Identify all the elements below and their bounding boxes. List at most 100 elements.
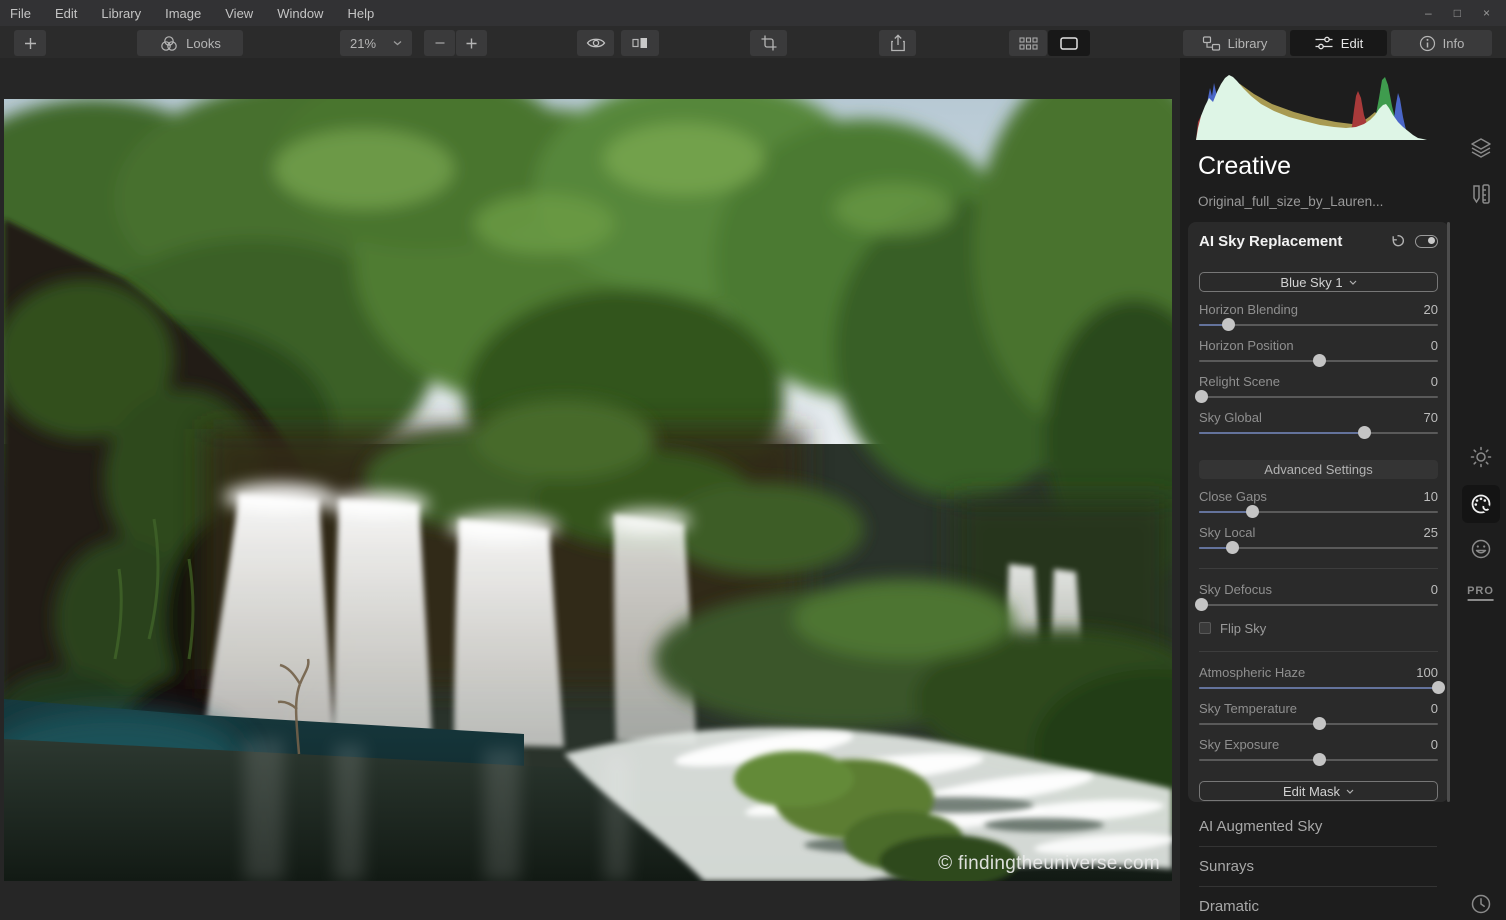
portrait-tool-button[interactable] <box>1469 537 1493 561</box>
menu-view[interactable]: View <box>213 0 265 26</box>
advanced-settings-button[interactable]: Advanced Settings <box>1199 460 1438 479</box>
tool-name: AI Sky Replacement <box>1199 233 1390 250</box>
add-photo-button[interactable] <box>14 30 46 56</box>
slider-label: Relight Scene <box>1199 374 1280 390</box>
slider-thumb[interactable] <box>1222 318 1235 331</box>
compare-icon <box>631 35 649 51</box>
zoom-out-icon <box>434 37 446 49</box>
slider-label: Close Gaps <box>1199 489 1267 505</box>
slider-thumb[interactable] <box>1313 753 1326 766</box>
slider-track[interactable] <box>1199 390 1438 404</box>
divider <box>1199 568 1438 569</box>
info-icon <box>1419 35 1436 52</box>
preview-button[interactable] <box>577 30 614 56</box>
history-clock-icon <box>1469 892 1493 916</box>
close-button[interactable]: × <box>1483 6 1490 20</box>
slider-sky-temperature: Sky Temperature0 <box>1199 701 1438 731</box>
slider-thumb[interactable] <box>1195 390 1208 403</box>
edit-mask-button[interactable]: Edit Mask <box>1199 781 1438 801</box>
caret-down-icon <box>1349 280 1357 285</box>
slider-track[interactable] <box>1199 681 1438 695</box>
menu-library[interactable]: Library <box>89 0 153 26</box>
flip-sky-checkbox[interactable] <box>1199 622 1211 634</box>
compare-button[interactable] <box>621 30 659 56</box>
crop-button[interactable] <box>750 30 787 56</box>
tab-edit-label: Edit <box>1341 36 1363 51</box>
section-dramatic[interactable]: Dramatic <box>1199 887 1437 920</box>
slider-track[interactable] <box>1199 598 1438 612</box>
zoom-out-button[interactable] <box>424 30 455 56</box>
creative-tool-button-active[interactable] <box>1462 485 1500 523</box>
canvas-area: © findingtheuniverse.com <box>0 58 1180 920</box>
slider-value: 0 <box>1431 338 1438 354</box>
zoom-value: 21% <box>350 36 376 51</box>
slider-track[interactable] <box>1199 426 1438 440</box>
slider-track[interactable] <box>1199 505 1438 519</box>
slider-atmospheric-haze: Atmospheric Haze 100 <box>1199 665 1438 695</box>
slider-thumb[interactable] <box>1246 505 1259 518</box>
slider-label: Sky Global <box>1199 410 1262 426</box>
slider-horizon-blending: Horizon Blending20 <box>1199 302 1438 332</box>
slider-value: 100 <box>1416 665 1438 681</box>
app-window: File Edit Library Image View Window Help… <box>0 0 1506 920</box>
single-view-button[interactable] <box>1048 30 1090 56</box>
slider-thumb[interactable] <box>1432 681 1445 694</box>
tab-info[interactable]: Info <box>1391 30 1492 56</box>
export-button[interactable] <box>879 30 916 56</box>
section-ai-augmented-sky[interactable]: AI Augmented Sky <box>1199 807 1437 846</box>
zoom-caret-icon <box>393 40 402 46</box>
menu-image[interactable]: Image <box>153 0 213 26</box>
tab-library[interactable]: Library <box>1183 30 1286 56</box>
panel-scrollbar[interactable] <box>1447 222 1450 802</box>
pro-badge: PRO <box>1467 585 1494 601</box>
looks-button[interactable]: Looks <box>137 30 243 56</box>
professional-tool-button[interactable]: PRO <box>1467 585 1494 601</box>
slider-label: Atmospheric Haze <box>1199 665 1305 681</box>
reset-button[interactable] <box>1390 234 1405 248</box>
maximize-button[interactable]: □ <box>1454 6 1461 20</box>
menu-window[interactable]: Window <box>265 0 335 26</box>
filename: Original_full_size_by_Lauren... <box>1198 194 1383 209</box>
slider-track[interactable] <box>1199 541 1438 555</box>
layers-button[interactable] <box>1469 136 1493 160</box>
grid-view-button[interactable] <box>1009 30 1047 56</box>
tool-sections: AI Augmented Sky Sunrays Dramatic <box>1199 807 1437 920</box>
add-icon <box>23 36 38 51</box>
edit-tools-button[interactable] <box>1470 182 1492 206</box>
slider-thumb[interactable] <box>1313 354 1326 367</box>
preview-eye-icon <box>586 36 606 50</box>
zoom-in-button[interactable] <box>456 30 487 56</box>
slider-thumb[interactable] <box>1358 426 1371 439</box>
minimize-button[interactable]: – <box>1425 6 1432 20</box>
crop-icon <box>760 34 778 52</box>
menu-file[interactable]: File <box>0 0 43 26</box>
slider-value: 0 <box>1431 701 1438 717</box>
menu-help[interactable]: Help <box>335 0 386 26</box>
slider-thumb[interactable] <box>1313 717 1326 730</box>
caret-down-icon <box>1346 789 1354 794</box>
slider-track[interactable] <box>1199 354 1438 368</box>
looks-label: Looks <box>186 36 221 51</box>
tab-library-label: Library <box>1228 36 1268 51</box>
tab-edit[interactable]: Edit <box>1290 30 1387 56</box>
slider-track[interactable] <box>1199 318 1438 332</box>
slider-thumb[interactable] <box>1195 598 1208 611</box>
slider-value: 25 <box>1424 525 1438 541</box>
slider-track[interactable] <box>1199 717 1438 731</box>
history-button[interactable] <box>1469 892 1493 916</box>
zoom-level-select[interactable]: 21% <box>340 30 412 56</box>
sky-preset-dropdown[interactable]: Blue Sky 1 <box>1199 272 1438 292</box>
slider-track[interactable] <box>1199 753 1438 767</box>
tab-info-label: Info <box>1443 36 1465 51</box>
layers-icon <box>1469 136 1493 160</box>
portrait-face-icon <box>1469 537 1493 561</box>
menu-bar: File Edit Library Image View Window Help… <box>0 0 1506 26</box>
library-icon <box>1202 35 1221 52</box>
tool-header: AI Sky Replacement <box>1199 231 1438 251</box>
slider-value: 10 <box>1424 489 1438 505</box>
section-sunrays[interactable]: Sunrays <box>1199 847 1437 886</box>
tool-enabled-toggle[interactable] <box>1415 235 1438 248</box>
slider-thumb[interactable] <box>1226 541 1239 554</box>
menu-edit[interactable]: Edit <box>43 0 89 26</box>
essentials-tool-button[interactable] <box>1469 445 1493 469</box>
